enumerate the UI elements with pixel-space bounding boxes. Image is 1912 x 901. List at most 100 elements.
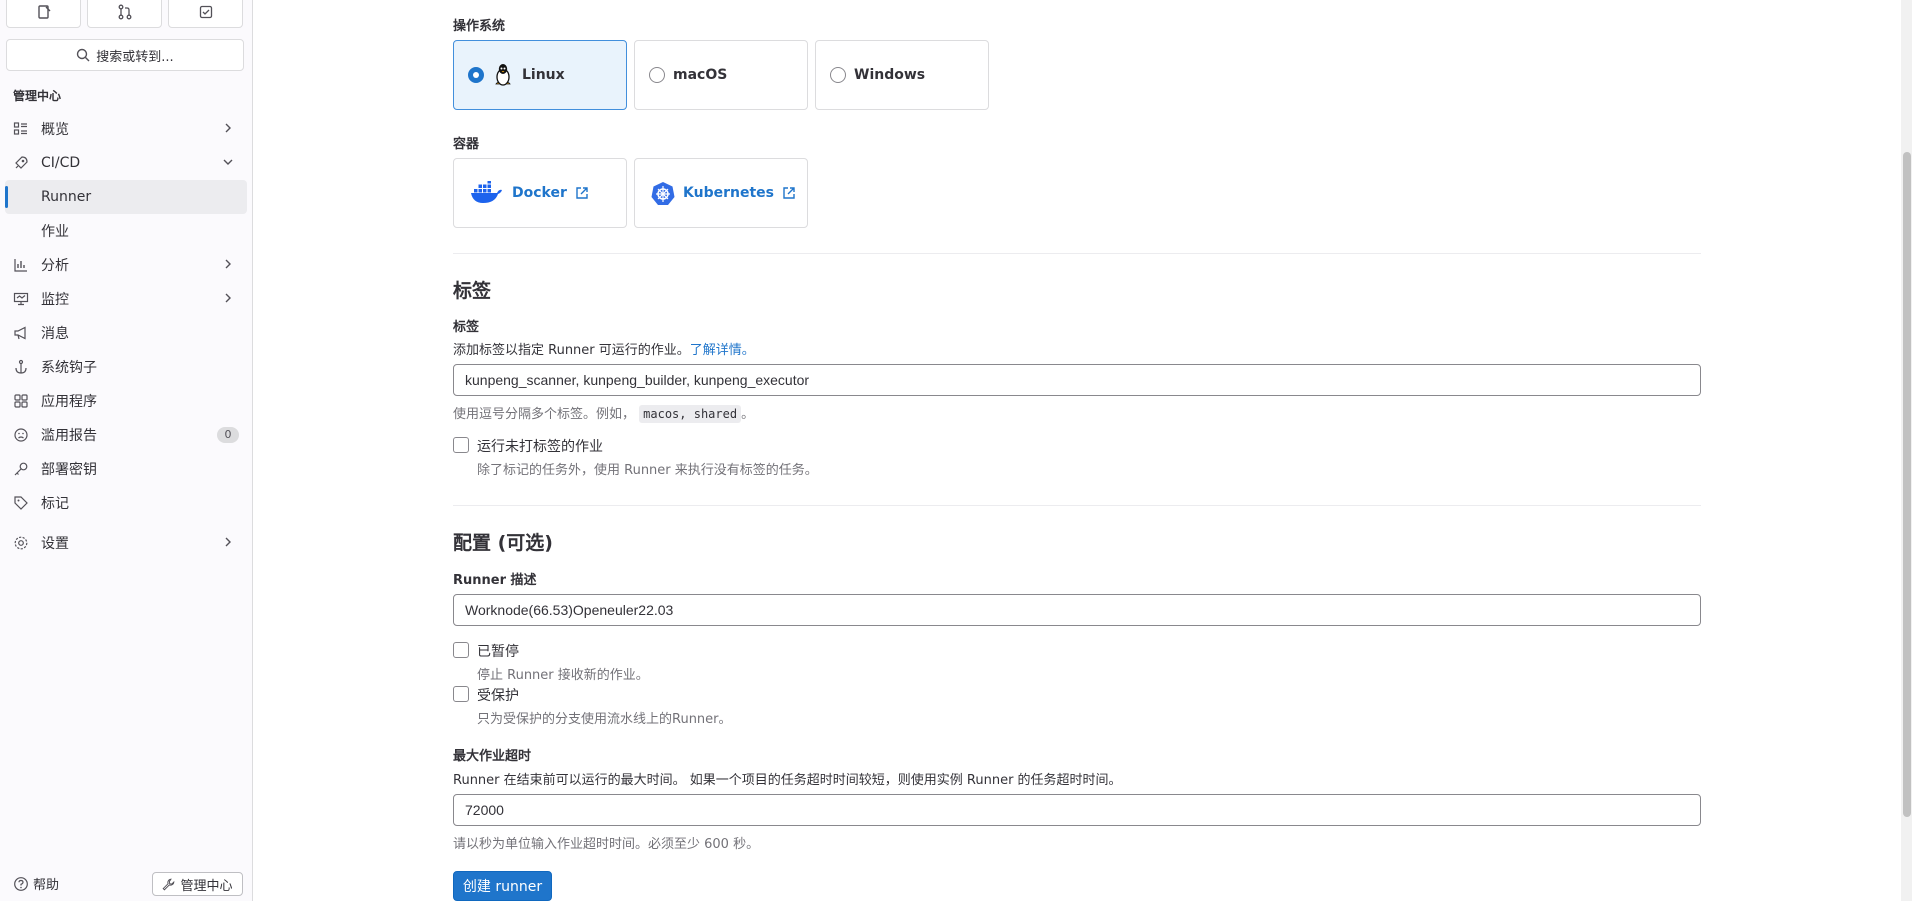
sidebar-nav: 概览 CI/CD Runner 作业 分析 监控 消息 系统钩子 应用程序 滥用… <box>0 112 252 560</box>
chart-icon <box>13 257 29 273</box>
sidebar-item-label: 应用程序 <box>41 394 97 410</box>
question-icon <box>14 876 28 891</box>
paused-help: 停止 Runner 接收新的作业。 <box>477 668 649 683</box>
sidebar-item-runner[interactable]: Runner <box>5 180 247 214</box>
sidebar-item-label: 滥用报告 <box>41 428 97 444</box>
run-untagged-checkbox[interactable] <box>453 437 469 453</box>
os-label: 操作系统 <box>453 19 506 34</box>
gear-icon <box>13 535 29 551</box>
applications-icon <box>13 393 29 409</box>
sidebar-item-applications[interactable]: 应用程序 <box>0 384 252 418</box>
divider <box>453 253 1701 254</box>
sidebar-item-label: 作业 <box>41 224 69 240</box>
timeout-label: 最大作业超时 <box>453 749 532 764</box>
tags-input[interactable] <box>453 364 1701 396</box>
abuse-count-badge: 0 <box>217 427 239 443</box>
sidebar-item-analytics[interactable]: 分析 <box>0 248 252 282</box>
chevron-right-icon <box>225 259 231 269</box>
linux-radio[interactable] <box>468 67 484 83</box>
tags-label: 标签 <box>453 320 480 335</box>
os-option-linux[interactable]: Linux <box>453 40 627 110</box>
section-title: 管理中心 <box>13 89 62 103</box>
megaphone-icon <box>13 325 29 341</box>
key-icon <box>13 461 29 477</box>
sad-face-icon <box>13 427 29 443</box>
sidebar-item-monitoring[interactable]: 监控 <box>0 282 252 316</box>
containers-label: 容器 <box>453 137 480 152</box>
os-option-macos[interactable]: macOS <box>634 40 808 110</box>
page-scrollbar[interactable] <box>1901 0 1912 901</box>
sidebar-top-buttons <box>6 0 243 28</box>
chevron-right-icon <box>225 123 231 133</box>
monitor-icon <box>13 291 29 307</box>
sidebar-item-label: 监控 <box>41 292 69 308</box>
kubernetes-label: Kubernetes <box>683 185 774 201</box>
sidebar-item-label: 分析 <box>41 258 69 274</box>
merge-request-icon <box>118 4 131 20</box>
sidebar-item-cicd[interactable]: CI/CD <box>0 146 252 180</box>
paused-row: 已暂停 停止 Runner 接收新的作业。 <box>453 641 649 683</box>
external-link-icon <box>783 187 795 199</box>
sidebar-item-label: CI/CD <box>41 155 81 171</box>
wrench-icon <box>163 878 175 890</box>
sidebar-item-label: 标记 <box>41 496 69 512</box>
kubernetes-icon <box>651 182 675 205</box>
label-icon <box>13 495 29 511</box>
runner-description-input[interactable] <box>453 594 1701 626</box>
sidebar-item-label: 消息 <box>41 326 69 342</box>
tags-hint-suffix: 。 <box>741 407 755 422</box>
tags-hint: 使用逗号分隔多个标签。例如， macos, shared。 <box>453 403 755 423</box>
todos-button[interactable] <box>168 0 243 28</box>
container-option-docker[interactable]: Docker <box>453 158 627 228</box>
protected-label: 受保护 <box>477 688 519 704</box>
docker-label: Docker <box>512 185 567 201</box>
tags-help-text: 添加标签以指定 Runner 可运行的作业。 <box>453 343 690 358</box>
os-option-windows[interactable]: Windows <box>815 40 989 110</box>
runner-description-label: Runner 描述 <box>453 573 537 588</box>
protected-help: 只为受保护的分支使用流水线上的Runner。 <box>477 712 732 727</box>
macos-radio[interactable] <box>649 67 665 83</box>
windows-label: Windows <box>854 67 926 83</box>
create-runner-button[interactable]: 创建 runner <box>453 871 552 901</box>
merge-requests-button[interactable] <box>87 0 162 28</box>
issues-button[interactable] <box>6 0 81 28</box>
sidebar-item-label: 部署密钥 <box>41 462 97 478</box>
sidebar-item-label: Runner <box>41 189 92 205</box>
learn-more-link[interactable]: 了解详情。 <box>690 343 755 358</box>
sidebar-item-deploy-keys[interactable]: 部署密钥 <box>0 452 252 486</box>
search-button[interactable]: 搜索或转到... <box>6 39 244 71</box>
sidebar-item-abuse-reports[interactable]: 滥用报告 0 <box>0 418 252 452</box>
timeout-help: Runner 在结束前可以运行的最大时间。 如果一个项目的任务超时时间较短，则使… <box>453 773 1122 788</box>
sidebar: 搜索或转到... 管理中心 概览 CI/CD Runner 作业 分析 监控 消… <box>0 0 253 901</box>
admin-area-label: 管理中心 <box>180 878 233 894</box>
sidebar-item-settings[interactable]: 设置 <box>0 526 252 560</box>
sidebar-item-overview[interactable]: 概览 <box>0 112 252 146</box>
sidebar-item-system-hooks[interactable]: 系统钩子 <box>0 350 252 384</box>
linux-label: Linux <box>522 67 565 83</box>
anchor-icon <box>13 359 29 375</box>
run-untagged-label: 运行未打标签的作业 <box>477 439 603 455</box>
help-button[interactable]: 帮助 <box>13 874 59 893</box>
config-heading: 配置 (可选) <box>453 532 553 554</box>
sidebar-item-jobs[interactable]: 作业 <box>0 214 252 248</box>
run-untagged-help: 除了标记的任务外，使用 Runner 来执行没有标签的任务。 <box>477 463 818 478</box>
sidebar-item-messages[interactable]: 消息 <box>0 316 252 350</box>
timeout-input[interactable] <box>453 794 1701 826</box>
sidebar-item-label: 概览 <box>41 122 69 138</box>
timeout-hint: 请以秒为单位输入作业超时时间。必须至少 600 秒。 <box>453 837 760 852</box>
windows-radio[interactable] <box>830 67 846 83</box>
chevron-down-icon <box>223 159 233 165</box>
search-label: 搜索或转到... <box>96 49 174 65</box>
divider <box>453 505 1701 506</box>
tags-hint-prefix: 使用逗号分隔多个标签。例如， <box>453 407 636 422</box>
rocket-icon <box>13 155 29 171</box>
tags-help: 添加标签以指定 Runner 可运行的作业。了解详情。 <box>453 339 755 358</box>
scrollbar-thumb[interactable] <box>1903 152 1911 817</box>
tags-heading: 标签 <box>453 280 492 302</box>
sidebar-item-labels[interactable]: 标记 <box>0 486 252 520</box>
protected-checkbox[interactable] <box>453 686 469 702</box>
container-option-kubernetes[interactable]: Kubernetes <box>634 158 808 228</box>
admin-area-button[interactable]: 管理中心 <box>152 872 243 896</box>
paused-checkbox[interactable] <box>453 642 469 658</box>
chevron-right-icon <box>225 293 231 303</box>
